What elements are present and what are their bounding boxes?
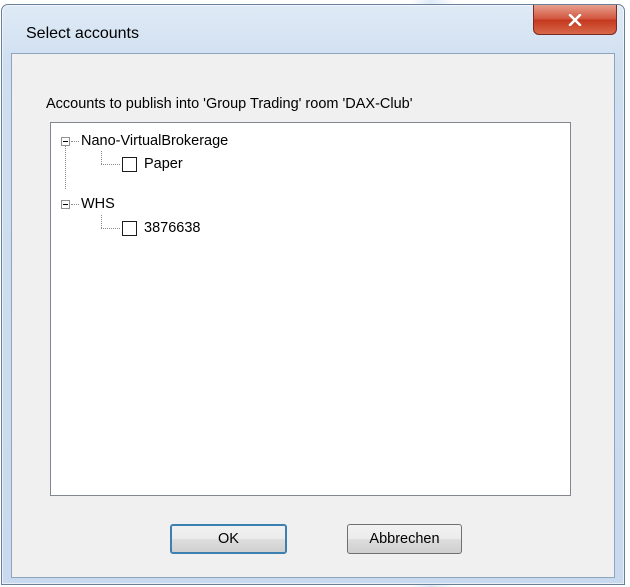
dialog-client-area: Accounts to publish into 'Group Trading'… xyxy=(11,53,615,578)
tree-node-label: WHS xyxy=(81,196,115,212)
window-title: Select accounts xyxy=(26,25,139,42)
tree-node-nano-virtualbrokerage[interactable]: Nano-VirtualBrokerage xyxy=(61,131,228,151)
tree-connector xyxy=(71,203,79,205)
tree-node-whs[interactable]: WHS xyxy=(61,194,115,214)
close-button[interactable] xyxy=(533,5,617,35)
tree-node-label: 3876638 xyxy=(144,220,201,236)
collapse-icon[interactable] xyxy=(61,199,70,209)
tree-connector xyxy=(101,215,102,228)
ok-button[interactable]: OK xyxy=(170,524,287,554)
tree-node-label: Paper xyxy=(144,156,183,172)
tree-node-paper[interactable]: Paper xyxy=(122,154,183,174)
cancel-button[interactable]: Abbrechen xyxy=(347,524,462,554)
tree-node-label: Nano-VirtualBrokerage xyxy=(81,133,229,149)
tree-connector xyxy=(71,140,79,142)
title-bar[interactable]: Select accounts xyxy=(2,5,624,59)
paper-checkbox[interactable] xyxy=(122,156,137,172)
tree-connector xyxy=(101,164,120,165)
accounts-tree[interactable]: Nano-VirtualBrokerage Paper WHS 3876638 xyxy=(50,122,571,496)
close-icon xyxy=(568,13,582,26)
tree-node-3876638[interactable]: 3876638 xyxy=(122,218,200,238)
tree-connector xyxy=(101,228,120,229)
tree-connector xyxy=(65,145,66,189)
dialog-window: Select accounts Accounts to publish into… xyxy=(1,4,625,585)
tree-connector xyxy=(101,151,102,164)
collapse-icon[interactable] xyxy=(61,136,70,146)
prompt-label: Accounts to publish into 'Group Trading'… xyxy=(46,96,413,112)
account-3876638-checkbox[interactable] xyxy=(122,220,137,236)
